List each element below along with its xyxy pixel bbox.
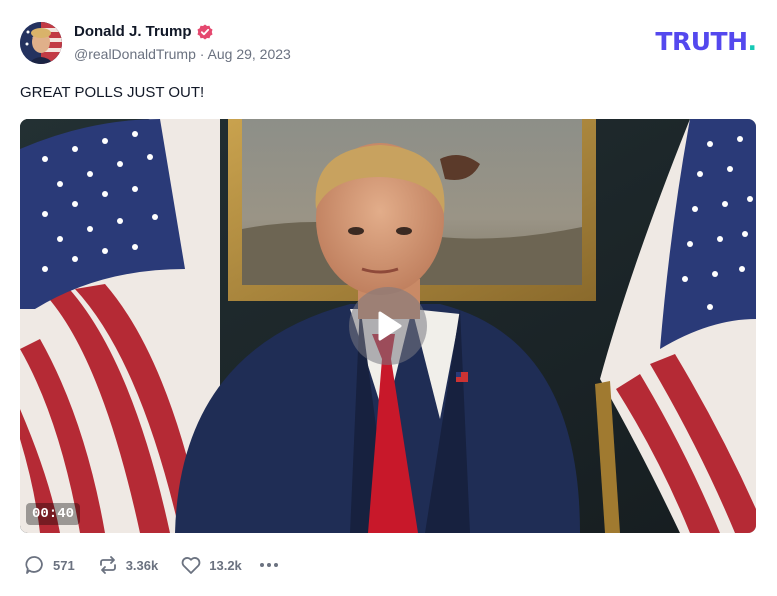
heart-icon [181,557,201,574]
reply-icon [25,556,43,574]
retruth-button[interactable]: 3.36k [97,554,159,576]
like-count: 13.2k [209,557,242,573]
video-duration: 00:40 [26,503,81,525]
avatar[interactable] [20,22,62,64]
handle-and-date: @realDonaldTrump · Aug 29, 2023 [74,46,291,62]
like-button[interactable]: 13.2k [180,554,242,576]
truth-logo[interactable]: TRUTH. [655,26,757,56]
play-icon [378,311,402,341]
retruth-icon [99,556,116,574]
post-actions: 571 3.36k 13.2k [24,552,278,578]
brand-text: TRUTH [655,26,748,56]
brand-dot: . [747,26,758,56]
more-icon [259,563,278,567]
handle-date-text: @realDonaldTrump · Aug 29, 2023 [74,46,291,62]
post-header: Donald J. Trump @realDonaldTrump · Aug 2… [20,20,757,66]
retruth-count: 3.36k [125,557,159,573]
verified-badge-icon [197,24,213,40]
reply-count: 571 [53,557,75,573]
reply-button[interactable]: 571 [24,554,75,576]
post-text: GREAT POLLS JUST OUT! [20,84,205,101]
more-options-button[interactable] [259,563,278,567]
author-name[interactable]: Donald J. Trump [74,23,192,40]
video-player[interactable]: 00:40 [20,119,756,533]
play-button[interactable] [349,287,427,365]
